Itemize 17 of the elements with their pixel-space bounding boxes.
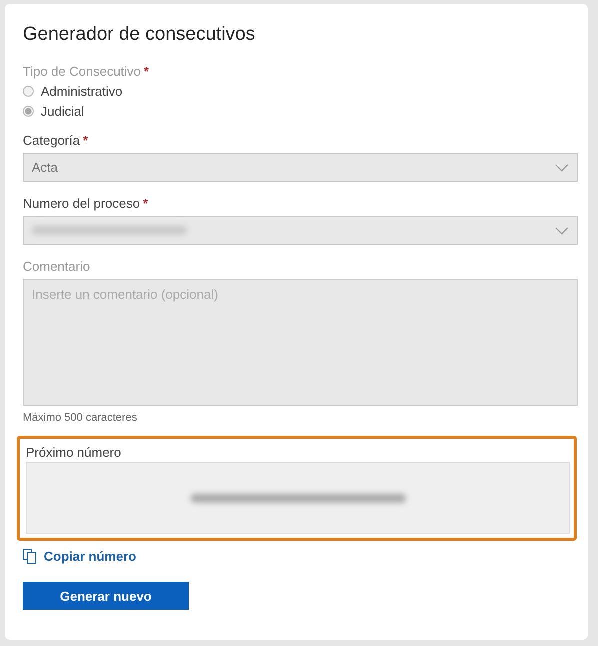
field-label: Próximo número [26, 445, 122, 460]
radio-label: Administrativo [41, 84, 123, 98]
chevron-down-icon [555, 226, 569, 234]
form-title: Generador de consecutivos [23, 24, 256, 46]
generate-button[interactable]: Generar nuevo [23, 582, 189, 610]
character-limit-hint: Máximo 500 caracteres [23, 412, 138, 424]
field-label: Categoría [23, 133, 80, 148]
required-mark: * [83, 133, 88, 148]
field-label: Comentario [23, 259, 92, 274]
required-mark: * [143, 196, 148, 211]
field-label: Numero del proceso [23, 196, 140, 211]
copy-number-link[interactable]: Copiar número [23, 549, 136, 564]
field-label: Tipo de Consecutivo [23, 64, 142, 79]
copy-icon [23, 549, 37, 564]
radio-label: Judicial [41, 104, 84, 118]
chevron-down-icon [555, 164, 569, 172]
required-mark: * [144, 64, 150, 79]
